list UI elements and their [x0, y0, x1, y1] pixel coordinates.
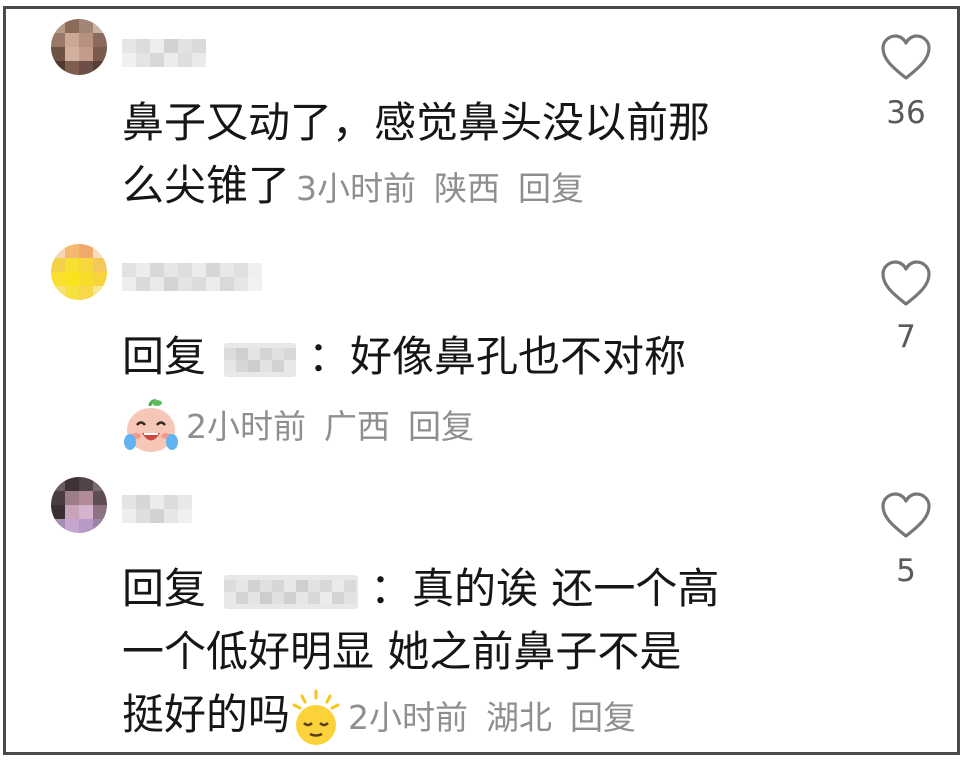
location: 湖北: [486, 698, 553, 737]
avatar[interactable]: [51, 19, 107, 75]
heart-icon[interactable]: [880, 491, 932, 539]
comment-list: 鼻子又动了，感觉鼻头没以前那 么尖锥了 3小时前 陕西 回复 36 回复 ：好像…: [3, 6, 960, 755]
timestamp: 3小时前: [296, 169, 417, 208]
location: 陕西: [434, 169, 501, 208]
reply-colon: ：: [370, 564, 413, 613]
timestamp: 2小时前: [186, 407, 306, 446]
reply-prefix: 回复: [122, 332, 207, 381]
username-blurred[interactable]: [122, 257, 262, 295]
like-count: 36: [886, 95, 926, 131]
comment-line: 回复 ：好像鼻孔也不对称: [122, 325, 686, 388]
comment-line: 鼻子又动了，感觉鼻头没以前那: [122, 98, 711, 147]
comment-body: 好像鼻孔也不对称: [350, 332, 687, 381]
comment-line: 么尖锥了 3小时前 陕西 回复: [122, 154, 710, 220]
username-blurred[interactable]: [122, 489, 192, 527]
comment-text: 回复 ：真的诶 还一个高 一个低好明显 她之前鼻子不是 挺好的吗 2小时前 湖北…: [122, 557, 719, 749]
mentioned-user-blurred[interactable]: [224, 342, 297, 377]
heart-icon[interactable]: [880, 33, 932, 81]
reply-button[interactable]: 回复: [570, 698, 636, 737]
comment-line: 挺好的吗 2小时前 湖北 回复: [122, 683, 719, 749]
comment-meta: 2小时前 湖北 回复: [348, 698, 636, 737]
sleepy-sun-face-icon: [292, 689, 340, 745]
comment-line-text: 挺好的吗: [122, 690, 291, 739]
comment-body: 真的诶 还一个高: [412, 564, 720, 613]
avatar[interactable]: [51, 477, 107, 533]
avatar[interactable]: [51, 244, 107, 300]
comment-line: 回复 ：真的诶 还一个高: [122, 557, 719, 620]
username-blurred[interactable]: [122, 33, 206, 71]
heart-icon[interactable]: [880, 259, 932, 307]
crying-laughing-face-icon: [124, 398, 178, 452]
reply-prefix: 回复: [122, 564, 207, 613]
mentioned-user-blurred[interactable]: [224, 574, 359, 609]
reply-colon: ：: [308, 332, 351, 381]
timestamp: 2小时前: [348, 698, 469, 737]
comment-line: 一个低好明显 她之前鼻子不是: [122, 627, 682, 676]
comment-meta-line: 2小时前 广西 回复: [122, 392, 686, 458]
like-count: 5: [896, 553, 916, 589]
comment-meta: 3小时前 陕西 回复: [296, 169, 584, 208]
comment-text: 鼻子又动了，感觉鼻头没以前那 么尖锥了 3小时前 陕西 回复: [122, 91, 710, 220]
comment-line-text: 么尖锥了: [122, 161, 291, 210]
reply-button[interactable]: 回复: [518, 169, 584, 208]
reply-button[interactable]: 回复: [408, 407, 474, 446]
comment-text: 回复 ：好像鼻孔也不对称 2小时前 广西 回复: [122, 325, 686, 458]
comment-meta: 2小时前 广西 回复: [186, 407, 474, 446]
location: 广西: [324, 407, 390, 446]
like-count: 7: [896, 319, 916, 355]
